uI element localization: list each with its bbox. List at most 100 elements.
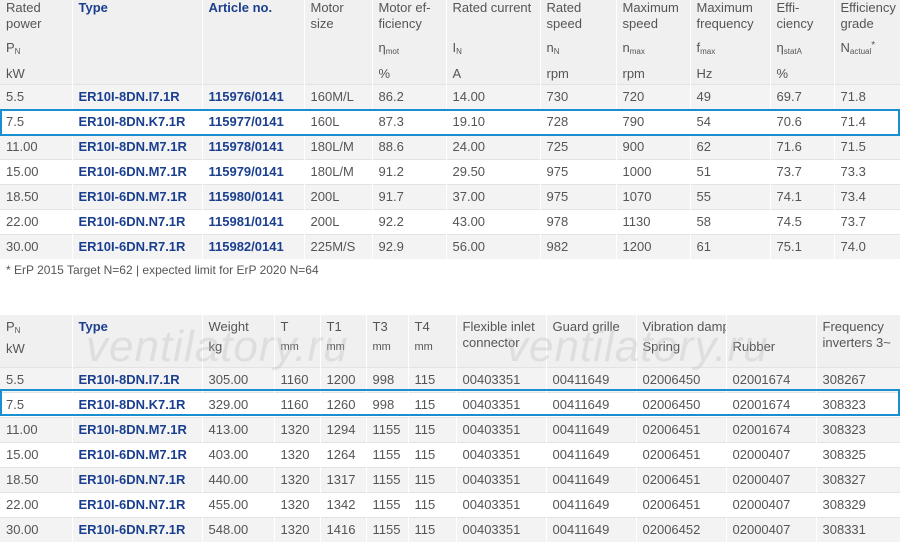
table-cell: 51 [690,160,770,185]
accessories-table: PN kW Type Weight kg T mm T1 mm T3 mm T4… [0,315,900,542]
table-cell: 1155 [366,493,408,518]
col-vibration-damper-spring: Vibration damper Spring [636,315,726,368]
table-row: 15.00ER10I-6DN.M7.1R403.0013201264115511… [0,443,900,468]
table-cell: 88.6 [372,135,446,160]
table-cell: 74.1 [770,185,834,210]
table-cell: 02006451 [636,418,726,443]
table-cell: 115 [408,493,456,518]
table-cell: 71.8 [834,85,900,110]
table-cell: 92.2 [372,210,446,235]
type-link[interactable]: ER10I-6DN.M7.1R [72,160,202,185]
col-type: Type [72,0,202,85]
type-link[interactable]: ER10I-6DN.R7.1R [72,235,202,260]
type-link[interactable]: ER10I-6DN.M7.1R [72,185,202,210]
table-cell: 1320 [274,443,320,468]
table-cell: 115 [408,443,456,468]
col-t1: T1 mm [320,315,366,368]
table-row: 18.50ER10I-6DN.M7.1R115980/0141200L91.73… [0,185,900,210]
article-link[interactable]: 115981/0141 [202,210,304,235]
table-cell: 73.4 [834,185,900,210]
table-cell: 180L/M [304,160,372,185]
type-link[interactable]: ER10I-8DN.I7.1R [72,368,202,393]
table-cell: 02000407 [726,518,816,542]
table-cell: 02006451 [636,443,726,468]
table-header-row: PN kW Type Weight kg T mm T1 mm T3 mm T4… [0,315,900,368]
type-link[interactable]: ER10I-8DN.I7.1R [72,85,202,110]
table-cell: 329.00 [202,393,274,418]
table-cell: 14.00 [446,85,540,110]
article-link[interactable]: 115979/0141 [202,160,304,185]
table-cell: 30.00 [0,518,72,542]
table-cell: 982 [540,235,616,260]
type-link[interactable]: ER10I-6DN.R7.1R [72,518,202,542]
table-cell: 54 [690,110,770,135]
table-cell: 02000407 [726,443,816,468]
table-cell: 02000407 [726,468,816,493]
article-link[interactable]: 115982/0141 [202,235,304,260]
type-link[interactable]: ER10I-6DN.M7.1R [72,443,202,468]
table-cell: 19.10 [446,110,540,135]
table-cell: 22.00 [0,493,72,518]
table-cell: 225M/S [304,235,372,260]
table-cell: 1155 [366,418,408,443]
table-cell: 998 [366,393,408,418]
table-cell: 73.7 [770,160,834,185]
table-cell: 308323 [816,393,900,418]
table-cell: 18.50 [0,468,72,493]
table-cell: 71.6 [770,135,834,160]
col-type: Type [72,315,202,368]
table-cell: 790 [616,110,690,135]
table-cell: 978 [540,210,616,235]
table-cell: 00411649 [546,468,636,493]
table-cell: 180L/M [304,135,372,160]
table-cell: 75.1 [770,235,834,260]
table-cell: 1155 [366,443,408,468]
col-weight: Weight kg [202,315,274,368]
col-rated-power: Rated power PN kW [0,0,72,85]
type-link[interactable]: ER10I-6DN.N7.1R [72,493,202,518]
table-cell: 18.50 [0,185,72,210]
table-cell: 5.5 [0,85,72,110]
table-cell: 02006452 [636,518,726,542]
col-max-speed: Maximum speed nmax rpm [616,0,690,85]
table-cell: 00403351 [456,393,546,418]
table-cell: 56.00 [446,235,540,260]
type-link[interactable]: ER10I-8DN.M7.1R [72,135,202,160]
type-link[interactable]: ER10I-8DN.K7.1R [72,393,202,418]
table-cell: 1416 [320,518,366,542]
table-cell: 00403351 [456,418,546,443]
article-link[interactable]: 115978/0141 [202,135,304,160]
table-cell: 1320 [274,418,320,443]
table-cell: 74.5 [770,210,834,235]
type-link[interactable]: ER10I-6DN.N7.1R [72,210,202,235]
table-row: 30.00ER10I-6DN.R7.1R548.0013201416115511… [0,518,900,542]
type-link[interactable]: ER10I-6DN.N7.1R [72,468,202,493]
table-cell: 5.5 [0,368,72,393]
col-frequency-inverters: Frequency inverters 3~ [816,315,900,368]
col-efficiency-grade: Efficiency grade Nactual* [834,0,900,85]
table-cell: 00403351 [456,368,546,393]
col-t: T mm [274,315,320,368]
table-cell: 308323 [816,418,900,443]
type-link[interactable]: ER10I-8DN.M7.1R [72,418,202,443]
article-link[interactable]: 115977/0141 [202,110,304,135]
col-vibration-damper-rubber: Rubber [726,315,816,368]
table-cell: 00411649 [546,368,636,393]
article-link[interactable]: 115980/0141 [202,185,304,210]
type-link[interactable]: ER10I-8DN.K7.1R [72,110,202,135]
table-cell: 1130 [616,210,690,235]
table-cell: 308329 [816,493,900,518]
table-cell: 92.9 [372,235,446,260]
col-pn: PN kW [0,315,72,368]
table-cell: 308267 [816,368,900,393]
article-link[interactable]: 115976/0141 [202,85,304,110]
table-cell: 200L [304,185,372,210]
table-row: 7.5ER10I-8DN.K7.1R329.001160126099811500… [0,393,900,418]
table-cell: 00411649 [546,443,636,468]
table-cell: 43.00 [446,210,540,235]
col-guard-grille: Guard grille [546,315,636,368]
table-cell: 02006451 [636,493,726,518]
table-cell: 308327 [816,468,900,493]
table-cell: 115 [408,368,456,393]
table-cell: 200L [304,210,372,235]
